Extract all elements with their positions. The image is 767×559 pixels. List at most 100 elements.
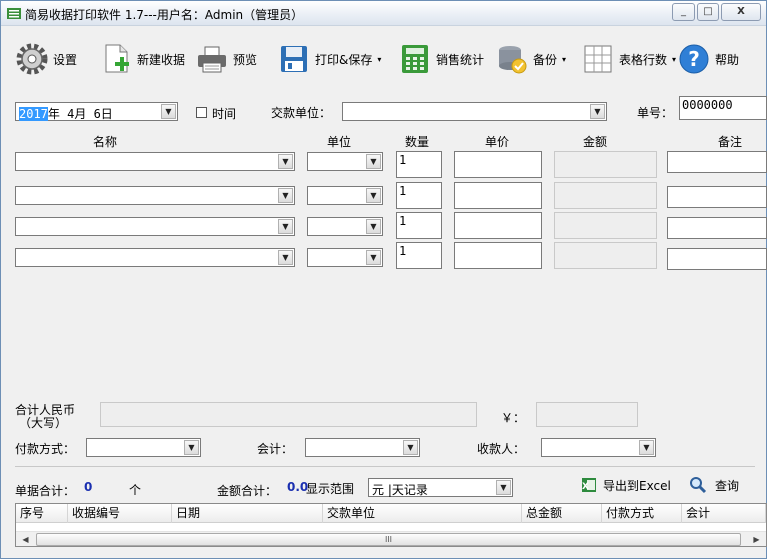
excel-icon: X [582,478,596,492]
chevron-down-icon[interactable]: ▼ [403,440,418,455]
grid-header-cell[interactable]: 会计 [682,504,766,523]
display-range-value: 元 |天记录 [372,483,428,497]
item-note-input[interactable] [667,217,767,239]
date-value: 2017年 4月 6日 [19,105,113,122]
yen-total-field [536,402,638,427]
payee-label: 收款人： [477,442,526,456]
print-save-caret-icon: ▾ [377,54,382,64]
query-label: 查询 [715,478,740,493]
chevron-down-icon[interactable]: ▼ [184,440,199,455]
table-rows-button[interactable]: 表格行数 ▾ [581,41,676,77]
minimize-button[interactable]: _ [672,3,695,21]
settings-button[interactable]: 设置 [15,41,77,77]
item-note-input[interactable] [667,248,767,270]
item-price-input[interactable] [454,242,542,269]
payee-combo[interactable]: ▼ [541,438,656,457]
chevron-down-icon[interactable]: ▼ [366,219,381,234]
chevron-down-icon[interactable]: ▼ [639,440,654,455]
rmb-uppercase-field [100,402,477,427]
payment-method-combo[interactable]: ▼ [86,438,201,457]
table-grid-icon [584,45,612,73]
help-button[interactable]: ? 帮助 [677,41,739,77]
app-window: 简易收据打印软件 1.7---用户名：Admin（管理员） _ □ X 设置 新… [0,0,767,559]
date-year: 2017 [19,107,48,121]
item-unit-combo[interactable]: ▼ [307,248,383,267]
sales-stats-label: 销售统计 [436,52,485,67]
item-amount-field [554,182,657,209]
display-range-combo[interactable]: 元 |天记录 ▼ [368,478,513,497]
item-price-input[interactable] [454,212,542,239]
chevron-down-icon[interactable]: ▼ [496,480,511,495]
backup-label: 备份 [533,52,558,67]
accountant-combo[interactable]: ▼ [305,438,420,457]
query-button[interactable]: 查询 [689,474,739,496]
help-label: 帮助 [715,52,740,67]
item-quantity-input[interactable]: 1 [396,151,442,178]
preview-button[interactable]: 预览 [195,41,257,77]
sales-stats-button[interactable]: 销售统计 [398,41,484,77]
item-name-combo[interactable]: ▼ [15,217,295,236]
payer-combo[interactable]: ▼ [342,102,607,121]
amount-total-label: 金额合计： [217,484,278,498]
print-save-label: 打印&保存 [315,52,373,67]
time-checkbox[interactable] [196,107,207,118]
chevron-down-icon[interactable]: ▼ [278,250,293,265]
date-picker[interactable]: 2017年 4月 6日 ▼ [15,102,178,121]
new-receipt-button[interactable]: 新建收据 [99,41,185,77]
export-excel-label: 导出到Excel [603,478,671,493]
grid-header-cell[interactable]: 总金额 [522,504,602,523]
backup-button[interactable]: 备份 ▾ [495,41,566,77]
item-note-input[interactable] [667,186,767,208]
item-note-input[interactable] [667,151,767,173]
item-quantity-input[interactable]: 1 [396,182,442,209]
records-grid[interactable]: 序号 收据编号 日期 交款单位 总金额 付款方式 会计 ◀ III ▶ [15,503,767,547]
grid-header-cell[interactable]: 收据编号 [68,504,172,523]
app-icon [7,8,21,19]
item-unit-combo[interactable]: ▼ [307,186,383,205]
export-excel-button[interactable]: X 导出到Excel [581,474,671,496]
horizontal-scrollbar[interactable]: ◀ III ▶ [16,531,766,546]
chevron-down-icon[interactable]: ▼ [366,154,381,169]
col-name-header: 名称 [93,135,118,149]
gear-icon [16,43,48,75]
item-name-combo[interactable]: ▼ [15,152,295,171]
grid-header-cell[interactable]: 日期 [172,504,323,523]
chevron-down-icon[interactable]: ▼ [161,104,176,119]
payment-method-label: 付款方式： [15,442,76,456]
maximize-button[interactable]: □ [697,3,719,21]
scroll-left-icon[interactable]: ◀ [18,533,33,546]
svg-text:?: ? [688,47,700,71]
svg-text:X: X [582,482,589,492]
chevron-down-icon[interactable]: ▼ [366,250,381,265]
receipt-no-input[interactable]: 0000000 [679,96,767,120]
scroll-thumb[interactable]: III [36,533,741,546]
item-unit-combo[interactable]: ▼ [307,217,383,236]
scroll-right-icon[interactable]: ▶ [749,533,764,546]
chevron-down-icon[interactable]: ▼ [278,188,293,203]
col-unit-header: 单位 [327,135,352,149]
grid-header-cell[interactable]: 序号 [16,504,68,523]
preview-label: 预览 [233,52,258,67]
item-quantity-input[interactable]: 1 [396,242,442,269]
chevron-down-icon[interactable]: ▼ [366,188,381,203]
save-disk-icon [281,46,307,72]
backup-caret-icon: ▾ [562,54,567,64]
receipt-no-label: 单号： [637,106,674,120]
item-name-combo[interactable]: ▼ [15,248,295,267]
title-bar: 简易收据打印软件 1.7---用户名：Admin（管理员） _ □ X [1,1,766,26]
grid-header-cell[interactable]: 交款单位 [323,504,522,523]
item-unit-combo[interactable]: ▼ [307,152,383,171]
grid-header-cell[interactable]: 付款方式 [602,504,682,523]
item-quantity-input[interactable]: 1 [396,212,442,239]
print-save-button[interactable]: 打印&保存 ▾ [277,41,381,77]
col-price-header: 单价 [485,135,510,149]
item-amount-field [554,242,657,269]
item-price-input[interactable] [454,182,542,209]
item-price-input[interactable] [454,151,542,178]
database-icon [499,46,527,74]
chevron-down-icon[interactable]: ▼ [590,104,605,119]
chevron-down-icon[interactable]: ▼ [278,154,293,169]
item-name-combo[interactable]: ▼ [15,186,295,205]
chevron-down-icon[interactable]: ▼ [278,219,293,234]
close-button[interactable]: X [721,3,761,21]
